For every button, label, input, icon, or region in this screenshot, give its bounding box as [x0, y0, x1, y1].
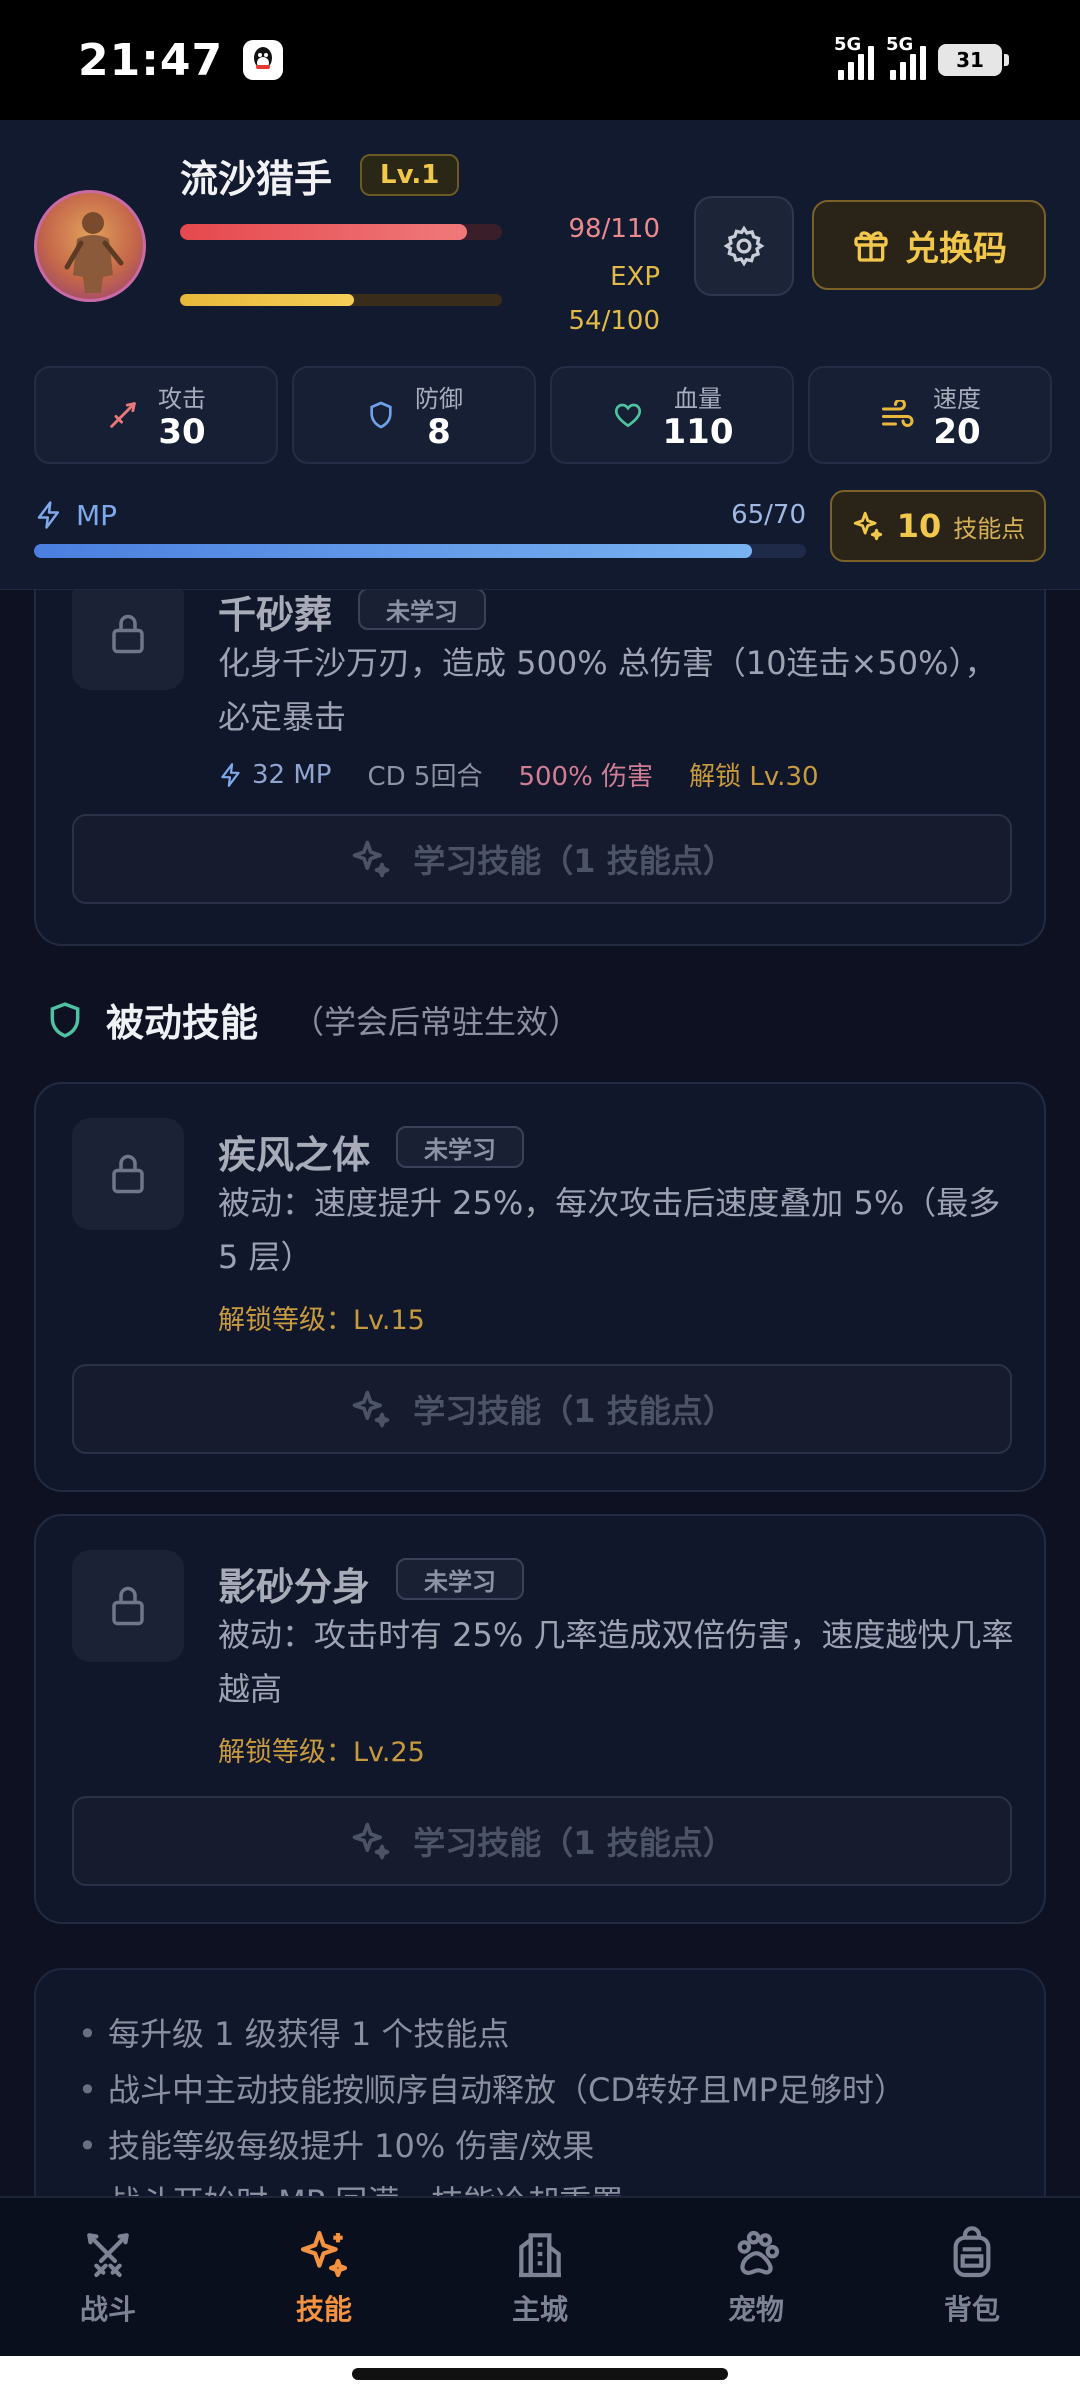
heart-icon	[614, 403, 641, 428]
skill-status-tag: 未学习	[396, 1558, 524, 1600]
lock-icon	[112, 1154, 144, 1194]
mp-bar	[34, 544, 806, 558]
mp-bar-fill	[34, 544, 752, 558]
learn-skill-button[interactable]: 学习技能（1 技能点）	[72, 1796, 1012, 1886]
skill-points-label: 技能点	[953, 514, 1026, 543]
section-title: 被动技能	[106, 1001, 259, 1045]
skill-name: 影砂分身	[218, 1565, 371, 1609]
paw-icon	[737, 2230, 780, 2276]
nav-battle[interactable]: 战斗	[0, 2198, 216, 2356]
nav-backpack[interactable]: 背包	[864, 2198, 1080, 2356]
skill-status-tag: 未学习	[358, 590, 486, 630]
mp-value: 65/70	[731, 500, 806, 530]
skill-icon-locked	[72, 1550, 184, 1662]
qq-notification-icon	[243, 40, 284, 80]
redeem-label: 兑换码	[905, 228, 1007, 269]
skill-description: 化身千沙万刃，造成 500% 总伤害（10连击×50%），必定暴击	[218, 644, 997, 736]
skill-unlock-level: 解锁等级：Lv.25	[218, 1737, 425, 1768]
nav-skills[interactable]: 技能	[216, 2198, 432, 2356]
skill-description: 被动：攻击时有 25% 几率造成双倍伤害，速度越快几率越高	[218, 1616, 1014, 1708]
section-subtitle: （学会后常驻生效）	[292, 1002, 581, 1041]
stat-defense: 防御 8	[292, 366, 536, 464]
skill-meta: 32 MP CD 5回合 500% 伤害 解锁 Lv.30	[218, 756, 819, 793]
home-indicator[interactable]	[352, 2368, 728, 2380]
bottom-nav: 战斗 技能 主城 宠物 背包	[0, 2196, 1080, 2356]
exp-bar	[180, 294, 502, 306]
level-badge: Lv.1	[360, 154, 460, 196]
skill-card-active: 千砂葬 未学习 化身千沙万刃，造成 500% 总伤害（10连击×50%），必定暴…	[34, 590, 1046, 946]
skill-name: 疾风之体	[218, 1133, 371, 1177]
lock-icon	[112, 614, 144, 654]
exp-label: EXP	[610, 262, 660, 292]
skill-name: 千砂葬	[218, 593, 333, 637]
crossed-swords-icon	[87, 2233, 129, 2278]
backpack-icon	[953, 2226, 991, 2278]
hp-text: 98/110	[568, 214, 660, 244]
settings-button[interactable]	[694, 196, 794, 296]
player-name: 流沙猎手	[180, 157, 333, 201]
lightning-icon	[37, 501, 59, 529]
skill-icon-locked	[72, 1118, 184, 1230]
skill-points-badge[interactable]: 10 技能点	[830, 490, 1046, 562]
sparkles-icon	[853, 511, 882, 541]
signal-icon-1: 5G	[834, 34, 874, 80]
learn-skill-button[interactable]: 学习技能（1 技能点）	[72, 814, 1012, 904]
status-time: 21:47	[78, 34, 224, 86]
stat-speed: 速度 20	[808, 366, 1052, 464]
passive-section-header: 被动技能 （学会后常驻生效）	[46, 992, 580, 1047]
exp-text: 54/100	[568, 306, 660, 336]
nav-pets[interactable]: 宠物	[648, 2198, 864, 2356]
redeem-code-button[interactable]: 兑换码	[812, 200, 1046, 290]
learn-skill-button[interactable]: 学习技能（1 技能点）	[72, 1364, 1012, 1454]
tip-item: 战斗中主动技能按顺序自动释放（CD转好且MP足够时）	[78, 2062, 1044, 2118]
skill-description: 被动：速度提升 25%，每次攻击后速度叠加 5%（最多 5 层）	[218, 1184, 1001, 1276]
hp-bar-fill	[180, 224, 467, 240]
signal-icon-2: 5G	[886, 34, 926, 80]
skill-unlock-level: 解锁等级：Lv.15	[218, 1305, 425, 1336]
player-header: 流沙猎手 Lv.1 98/110 EXP 54/100 兑换码 攻击 30 防御 8…	[0, 120, 1080, 590]
tip-item: 每升级 1 级获得 1 个技能点	[78, 2006, 1044, 2062]
stat-hp: 血量 110	[550, 366, 794, 464]
tip-item: 战斗开始时 MP 回满，技能冷却重置	[78, 2174, 1044, 2196]
shield-icon	[50, 1001, 80, 1038]
status-bar: 21:47 5G 5G 31	[0, 0, 1080, 120]
shield-icon	[370, 401, 392, 429]
gear-icon	[723, 225, 765, 267]
sparkles-icon	[300, 2230, 348, 2278]
sparkles-icon	[352, 1390, 390, 1428]
hp-bar	[180, 224, 502, 240]
skills-list[interactable]: 千砂葬 未学习 化身千沙万刃，造成 500% 总伤害（10连击×50%），必定暴…	[0, 590, 1080, 2196]
skill-card-passive: 影砂分身 未学习 被动：攻击时有 25% 几率造成双倍伤害，速度越快几率越高 解…	[34, 1514, 1046, 1924]
sword-icon	[110, 402, 136, 428]
skill-icon-locked	[72, 590, 184, 690]
skill-tips-box: 每升级 1 级获得 1 个技能点 战斗中主动技能按顺序自动释放（CD转好且MP足…	[34, 1968, 1046, 2196]
sparkles-icon	[352, 1822, 390, 1860]
mp-label: MP	[34, 498, 117, 532]
sparkles-icon	[352, 840, 390, 878]
skill-status-tag: 未学习	[396, 1126, 524, 1168]
wind-icon	[882, 400, 914, 427]
nav-main-city[interactable]: 主城	[432, 2198, 648, 2356]
stats-row: 攻击 30 防御 8 血量 110 速度 20	[34, 366, 1052, 464]
avatar[interactable]	[34, 190, 146, 302]
lightning-icon	[221, 762, 240, 787]
castle-icon	[519, 2233, 561, 2278]
battery-icon: 31	[938, 44, 1009, 76]
skill-points-value: 10	[896, 507, 942, 545]
exp-bar-fill	[180, 294, 354, 306]
tip-item: 技能等级每级提升 10% 伤害/效果	[78, 2118, 1044, 2174]
skill-card-passive: 疾风之体 未学习 被动：速度提升 25%，每次攻击后速度叠加 5%（最多 5 层…	[34, 1082, 1046, 1492]
gift-icon	[854, 231, 888, 262]
stat-attack: 攻击 30	[34, 366, 278, 464]
lock-icon	[112, 1586, 144, 1626]
